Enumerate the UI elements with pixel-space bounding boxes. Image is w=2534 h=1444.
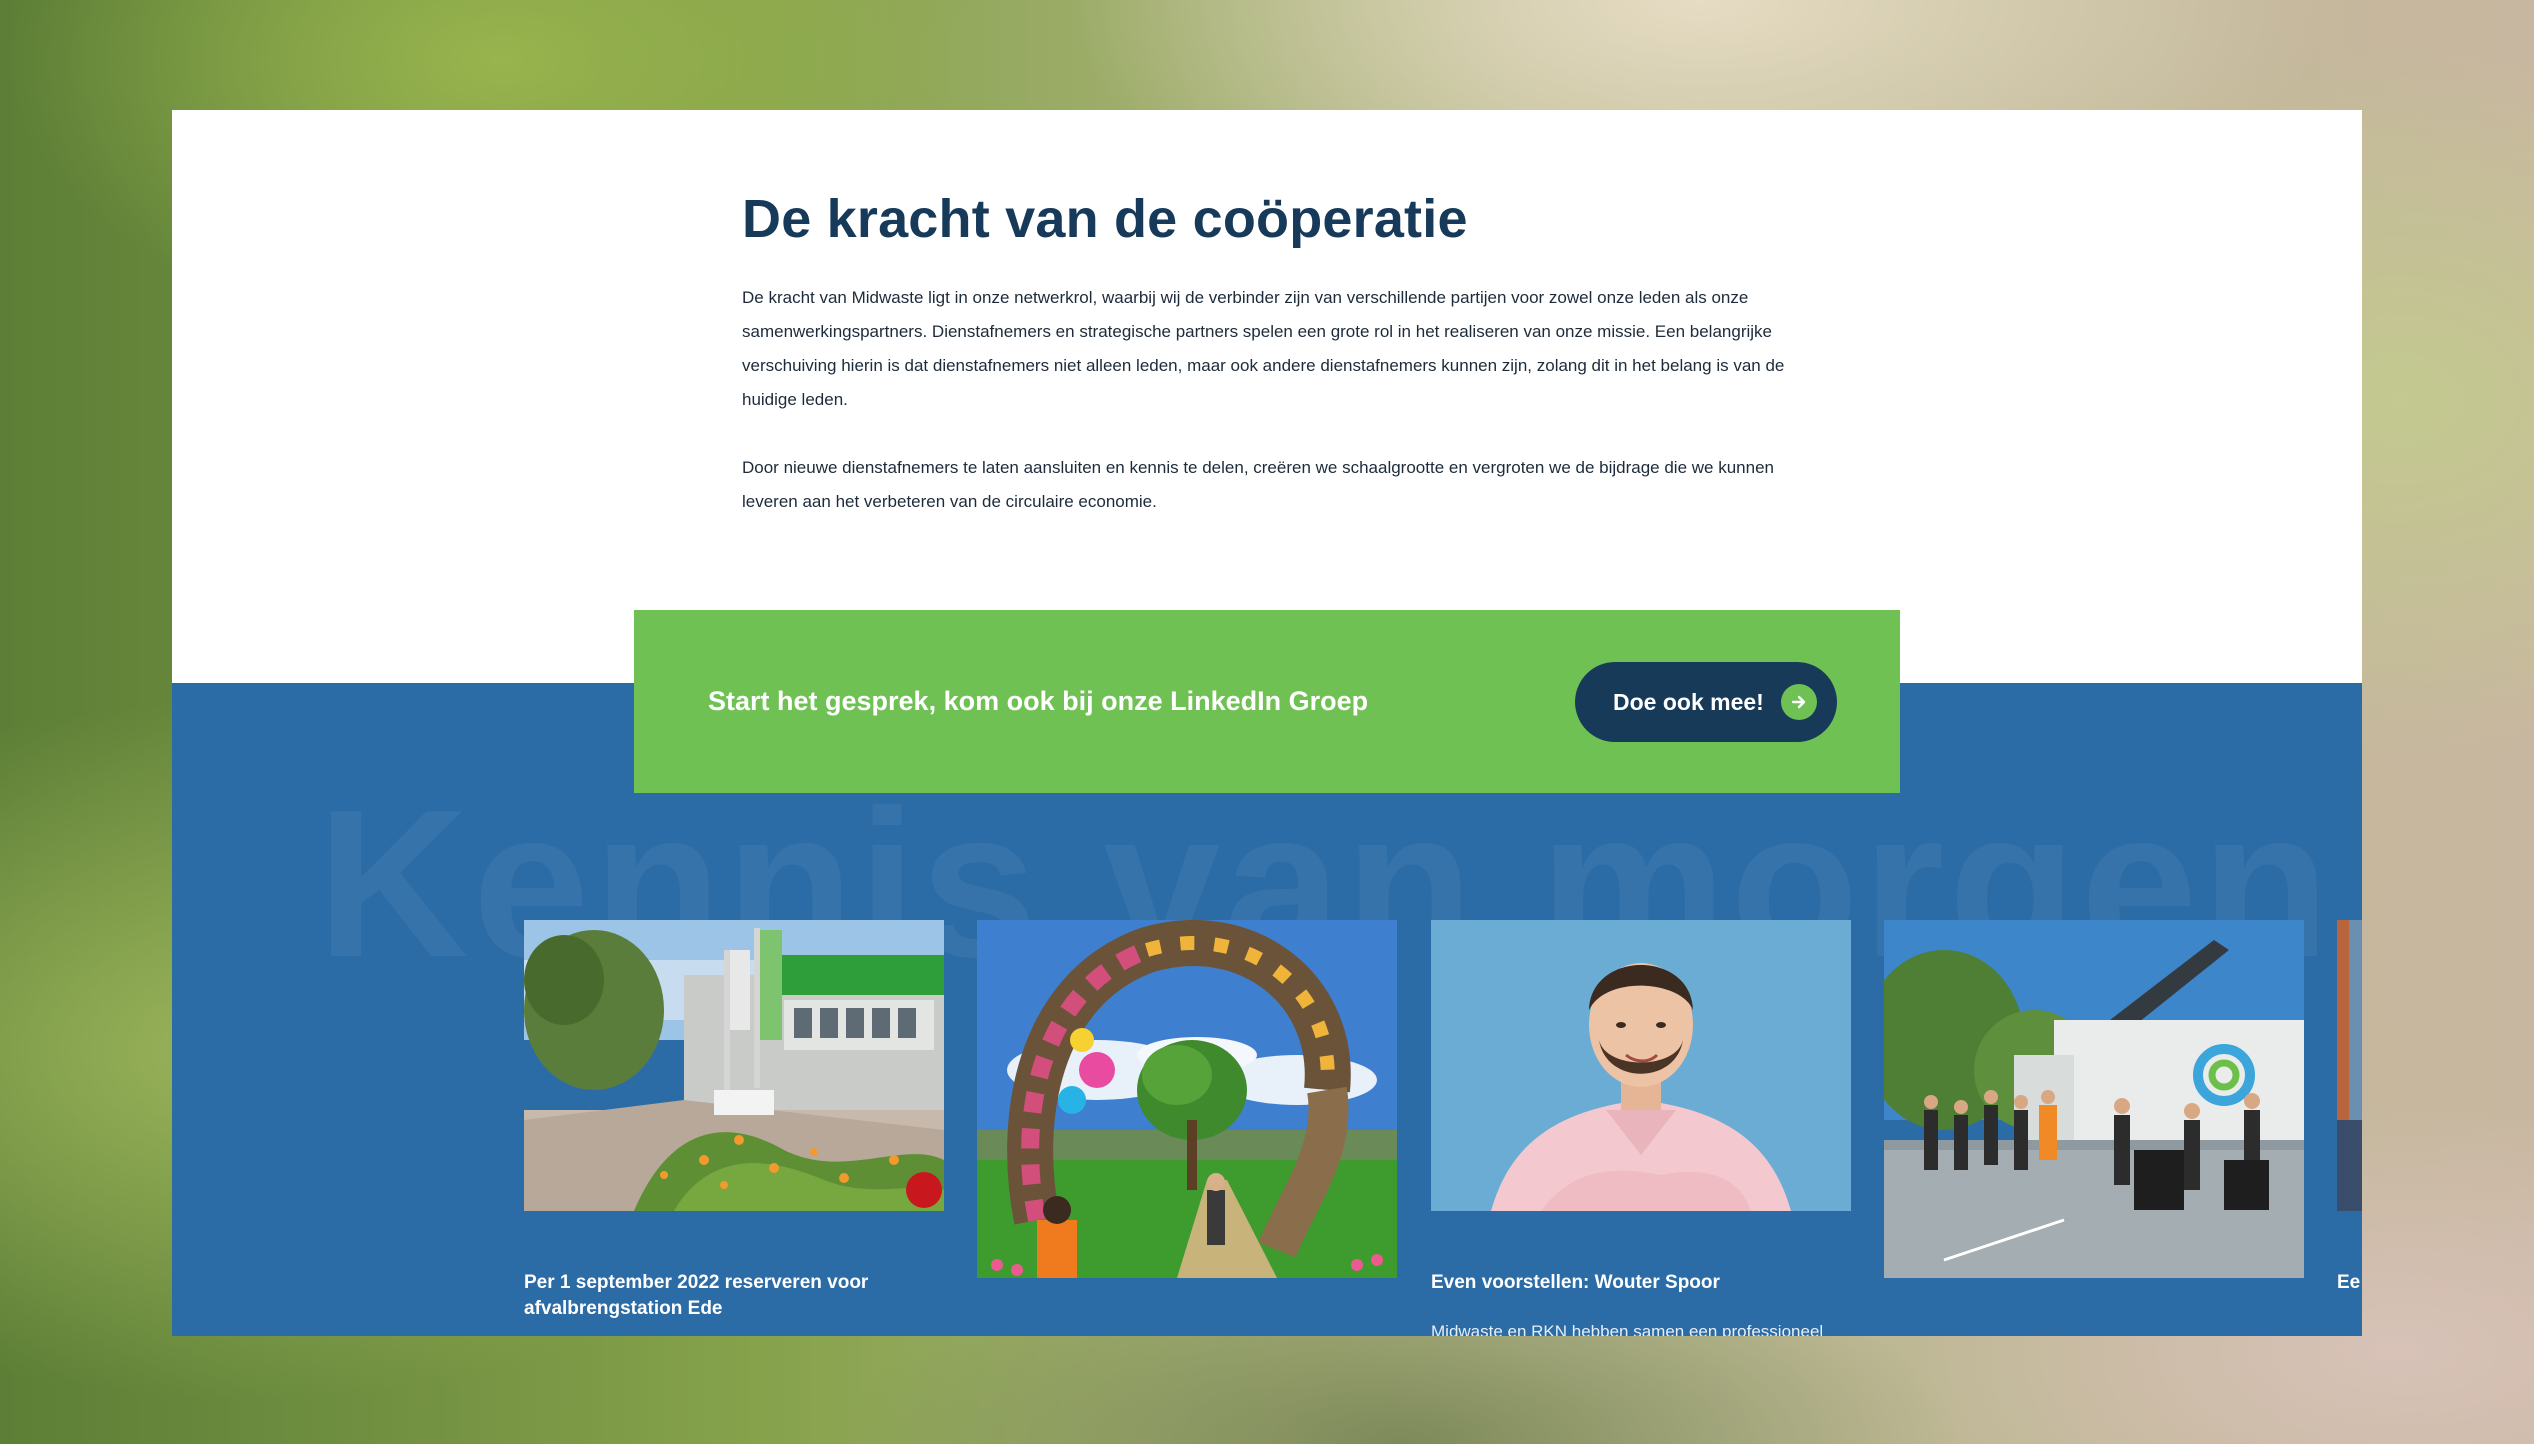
landscape-image [2337, 920, 2362, 1211]
news-card-image[interactable] [977, 920, 1397, 1278]
event-truck-image [1884, 920, 2304, 1278]
news-card-image[interactable] [1884, 920, 2304, 1278]
intro-paragraph-1: De kracht van Midwaste ligt in onze netw… [742, 288, 1785, 409]
news-card[interactable]: Per 1 september 2022 reserveren voor afv… [524, 920, 944, 1319]
news-card-title[interactable]: Ee va [2337, 1270, 2362, 1296]
news-card[interactable]: Ee va [2337, 920, 2362, 1293]
cta-text: Start het gesprek, kom ook bij onze Link… [708, 686, 1369, 716]
join-button-label: Doe ook mee! [1613, 688, 1764, 715]
linkedin-cta-banner: Start het gesprek, kom ook bij onze Link… [634, 610, 1900, 793]
news-card-excerpt: Midwaste en RKN hebben samen een profess… [1431, 1322, 1824, 1336]
news-card[interactable] [1884, 920, 2304, 1278]
news-card-image[interactable] [1431, 920, 1851, 1211]
portrait-image [1431, 920, 1851, 1211]
join-linkedin-button[interactable]: Doe ook mee! [1575, 662, 1837, 742]
arrow-right-icon [1781, 684, 1817, 720]
news-card-image[interactable] [2337, 920, 2362, 1211]
recycled-art-arch-image [977, 920, 1397, 1278]
page-title: De kracht van de coöperatie [742, 189, 1468, 249]
news-card-title[interactable]: Per 1 september 2022 reserveren voor afv… [524, 1270, 944, 1322]
browser-page: De kracht van de coöperatie De kracht va… [172, 110, 2362, 1336]
intro-paragraph-2: Door nieuwe dienstafnemers te laten aans… [742, 458, 1774, 511]
news-card[interactable]: Even voorstellen: Wouter Spoor Midwaste … [1431, 920, 1851, 1336]
news-card-image[interactable] [524, 920, 944, 1211]
news-card[interactable] [977, 920, 1397, 1278]
news-card-title[interactable]: Even voorstellen: Wouter Spoor [1431, 1270, 1851, 1296]
recycling-station-image [524, 920, 944, 1211]
